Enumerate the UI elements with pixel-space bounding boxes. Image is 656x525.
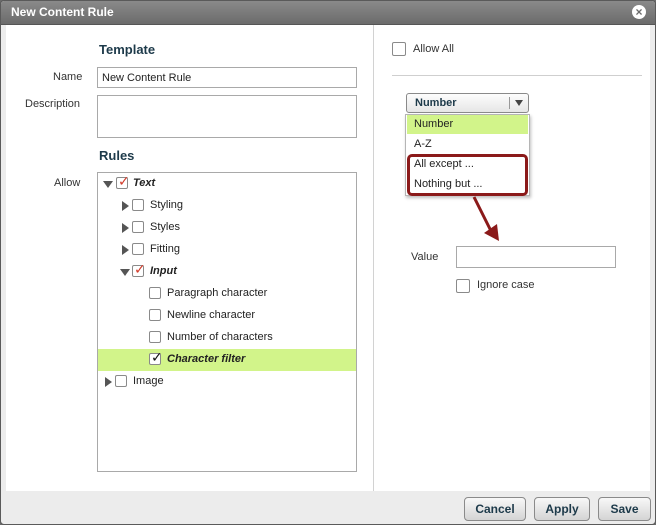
text-checkbox[interactable]: ✓ xyxy=(116,173,130,189)
annotation-arrow-icon xyxy=(472,196,499,241)
option-a-z[interactable]: A-Z xyxy=(407,135,528,154)
check-icon: ✓ xyxy=(151,349,163,365)
column-divider xyxy=(373,25,374,491)
allow-all-checkbox[interactable] xyxy=(392,42,406,56)
tree-item-styles[interactable]: Styles xyxy=(98,217,356,239)
tree-item-label: Character filter xyxy=(167,353,246,365)
expand-right-icon[interactable] xyxy=(122,245,129,255)
filter-type-dropdown[interactable]: Number xyxy=(406,93,529,113)
dialog-title: New Content Rule xyxy=(11,5,114,19)
styling-checkbox[interactable] xyxy=(132,199,144,211)
newline-character-checkbox[interactable] xyxy=(149,309,161,321)
title-bar: New Content Rule × xyxy=(1,1,655,25)
cancel-button[interactable]: Cancel xyxy=(464,497,526,521)
tree-item-label: Text xyxy=(133,177,156,189)
value-label: Value xyxy=(411,251,439,263)
check-icon: ✓ xyxy=(118,173,130,189)
tree-item-label: Paragraph character xyxy=(167,287,268,299)
tree-item-label: Fitting xyxy=(150,243,180,255)
tree-item-text[interactable]: ✓ Text xyxy=(98,173,356,195)
tree-item-label: Newline character xyxy=(167,309,256,321)
ignore-case-label: Ignore case xyxy=(477,279,535,291)
tree-item-label: Image xyxy=(133,375,164,387)
tree-item-label: Input xyxy=(150,265,177,277)
ignore-case-checkbox[interactable] xyxy=(456,279,470,293)
annotation-highlight-box xyxy=(407,154,528,196)
allow-label: Allow xyxy=(54,177,81,189)
dropdown-selected-value: Number xyxy=(415,97,457,109)
chevron-down-icon[interactable] xyxy=(515,100,523,106)
tree-item-paragraph-character[interactable]: Paragraph character xyxy=(98,283,356,305)
option-number[interactable]: Number xyxy=(407,115,528,134)
apply-button[interactable]: Apply xyxy=(534,497,590,521)
rules-heading: Rules xyxy=(99,148,135,163)
tree-item-fitting[interactable]: Fitting xyxy=(98,239,356,261)
tree-item-styling[interactable]: Styling xyxy=(98,195,356,217)
check-icon: ✓ xyxy=(134,261,146,277)
template-heading: Template xyxy=(99,42,156,57)
fitting-checkbox[interactable] xyxy=(132,243,144,255)
tree-item-label: Styles xyxy=(150,221,180,233)
dropdown-separator xyxy=(509,97,510,109)
description-label: Description xyxy=(25,98,81,110)
tree-item-image[interactable]: Image xyxy=(98,371,356,393)
styles-checkbox[interactable] xyxy=(132,221,144,233)
tree-item-newline-character[interactable]: Newline character xyxy=(98,305,356,327)
dialog-content: Template Name Description Rules Allow ✓ … xyxy=(6,25,650,491)
tree-item-label: Styling xyxy=(150,199,184,211)
expand-down-icon[interactable] xyxy=(103,181,113,188)
image-checkbox[interactable] xyxy=(115,375,127,387)
expand-right-icon[interactable] xyxy=(122,201,129,211)
tree-item-character-filter[interactable]: ✓ Character filter xyxy=(98,349,356,371)
paragraph-character-checkbox[interactable] xyxy=(149,287,161,299)
allow-all-label: Allow All xyxy=(413,43,454,55)
expand-right-icon[interactable] xyxy=(122,223,129,233)
character-filter-checkbox[interactable]: ✓ xyxy=(149,349,163,365)
tree-item-label: Number of characters xyxy=(167,331,273,343)
new-content-rule-dialog: New Content Rule × Template Name Descrip… xyxy=(0,0,656,525)
allow-all-divider xyxy=(392,75,642,76)
number-of-characters-checkbox[interactable] xyxy=(149,331,161,343)
tree-item-input[interactable]: ✓ Input xyxy=(98,261,356,283)
expand-right-icon[interactable] xyxy=(105,377,112,387)
tree-item-number-of-characters[interactable]: Number of characters xyxy=(98,327,356,349)
name-label: Name xyxy=(53,71,83,83)
rules-tree: ✓ Text Styling Styles Fitting ✓ Input Pa… xyxy=(97,172,357,472)
close-icon[interactable]: × xyxy=(632,5,646,19)
save-button[interactable]: Save xyxy=(598,497,651,521)
expand-down-icon[interactable] xyxy=(120,269,130,276)
input-checkbox[interactable]: ✓ xyxy=(132,261,146,277)
value-input[interactable] xyxy=(456,246,616,268)
name-input[interactable] xyxy=(97,67,357,88)
description-input[interactable] xyxy=(97,95,357,138)
